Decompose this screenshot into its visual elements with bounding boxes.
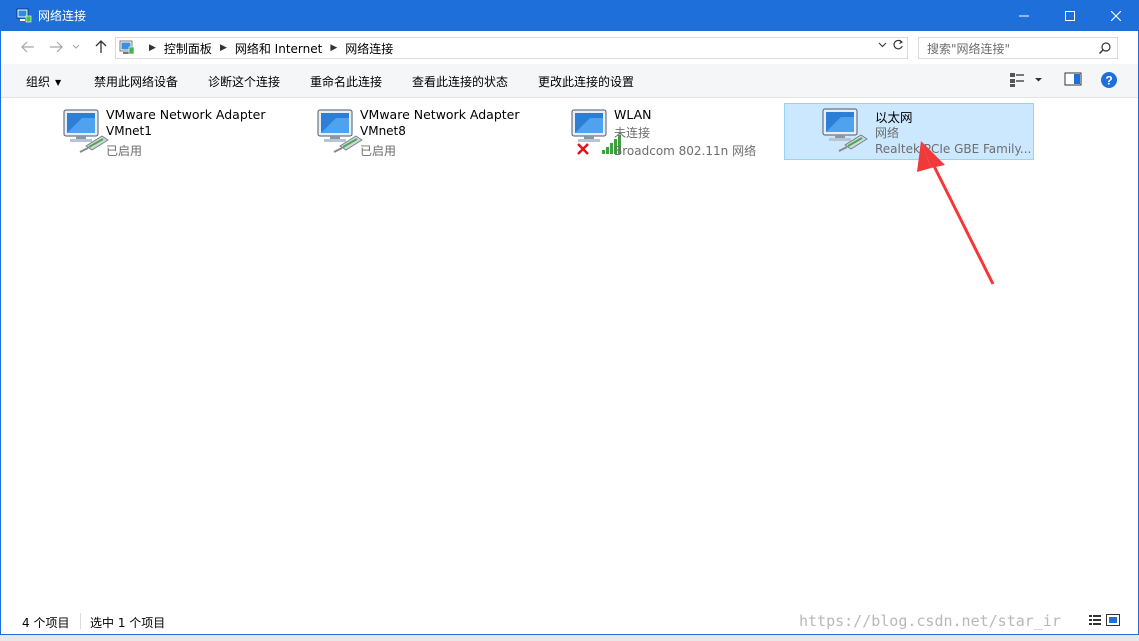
connection-item-vmnet1[interactable]: VMware Network Adapter VMnet1 已启用 — [54, 104, 304, 161]
status-bar: 4 个项目 选中 1 个项目 https://blog.csdn.net/sta… — [1, 608, 1138, 634]
window-controls — [1001, 0, 1139, 31]
rename-connection-button[interactable]: 重命名此连接 — [310, 73, 382, 90]
connection-status: 网络 — [875, 126, 900, 140]
search-input[interactable]: 搜索"网络连接" — [918, 37, 1118, 59]
view-options-icon — [1010, 73, 1042, 87]
control-panel-icon — [119, 40, 135, 56]
connection-device: Broadcom 802.11n 网络 — [614, 144, 757, 158]
back-button[interactable] — [17, 36, 39, 58]
selected-count: 选中 1 个项目 — [90, 616, 166, 630]
connection-status: 已启用 — [360, 144, 397, 158]
network-connections-icon — [16, 8, 32, 24]
organize-menu[interactable]: 组织 ▼ — [26, 73, 61, 90]
diagnose-connection-button[interactable]: 诊断这个连接 — [208, 73, 280, 90]
connection-item-wlan[interactable]: WLAN 未连接 Broadcom 802.11n 网络 — [562, 104, 812, 161]
forward-button[interactable] — [45, 36, 67, 58]
connection-item-ethernet[interactable]: 以太网 网络 Realtek PCIe GBE Family... — [784, 103, 1034, 160]
connection-name: VMware Network Adapter — [360, 107, 520, 122]
maximize-button[interactable] — [1047, 0, 1093, 31]
minimize-icon — [1019, 15, 1029, 16]
address-row: ▶ 控制面板 ▶ 网络和 Internet ▶ 网络连接 搜索"网络连接" — [1, 31, 1138, 64]
large-icons-view-icon[interactable] — [1106, 614, 1120, 626]
close-icon — [1111, 10, 1121, 21]
close-button[interactable] — [1093, 0, 1139, 31]
breadcrumb-separator-icon: ▶ — [219, 43, 227, 53]
help-button[interactable]: ? — [1100, 71, 1118, 92]
search-placeholder: 搜索"网络连接" — [927, 41, 1011, 56]
connections-list: VMware Network Adapter VMnet1 已启用 VMware… — [1, 98, 1138, 608]
details-view-icon[interactable] — [1088, 614, 1102, 626]
svg-text:?: ? — [1105, 74, 1112, 88]
connection-device: VMnet8 — [360, 124, 406, 138]
connection-item-vmnet8[interactable]: VMware Network Adapter VMnet8 已启用 — [308, 104, 558, 161]
address-bar[interactable]: ▶ 控制面板 ▶ 网络和 Internet ▶ 网络连接 — [115, 37, 908, 59]
item-count: 4 个项目 — [22, 616, 70, 630]
ethernet-adapter-icon — [821, 107, 873, 155]
help-icon: ? — [1101, 72, 1117, 88]
breadcrumb-separator-icon: ▶ — [330, 43, 338, 53]
address-dropdown-button[interactable] — [878, 40, 887, 51]
view-status-button[interactable]: 查看此连接的状态 — [412, 73, 508, 90]
disable-device-button[interactable]: 禁用此网络设备 — [94, 73, 178, 90]
refresh-icon — [893, 39, 903, 50]
chevron-down-icon — [72, 44, 80, 49]
caret-down-icon: ▼ — [55, 78, 62, 87]
up-button[interactable] — [90, 36, 112, 58]
connection-status: 已启用 — [106, 144, 143, 158]
window-bottom-edge — [0, 634, 1139, 641]
view-toggle — [1088, 614, 1120, 626]
preview-pane-icon — [1064, 72, 1082, 86]
maximize-icon — [1065, 10, 1075, 21]
connection-device: VMnet1 — [106, 124, 152, 138]
back-arrow-icon — [21, 41, 34, 53]
chevron-down-icon — [878, 42, 887, 48]
watermark-text: https://blog.csdn.net/star_ir — [799, 612, 1061, 630]
status-divider — [80, 613, 81, 629]
change-view-button[interactable] — [1009, 71, 1043, 92]
recent-locations-button[interactable] — [69, 36, 83, 58]
connection-name: VMware Network Adapter — [106, 107, 266, 122]
search-icon[interactable] — [1098, 41, 1112, 58]
title-bar: 网络连接 — [0, 0, 1139, 31]
refresh-button[interactable] — [892, 39, 904, 55]
connection-status: 未连接 — [614, 126, 651, 140]
connection-device: Realtek PCIe GBE Family... — [875, 142, 1032, 156]
connection-name: WLAN — [614, 107, 652, 122]
forward-arrow-icon — [50, 41, 63, 53]
minimize-button[interactable] — [1001, 0, 1047, 31]
breadcrumb-network-internet[interactable]: 网络和 Internet — [235, 40, 322, 57]
command-bar: 组织 ▼ 禁用此网络设备 诊断这个连接 重命名此连接 查看此连接的状态 更改此连接… — [1, 64, 1138, 98]
breadcrumb-network-connections[interactable]: 网络连接 — [345, 40, 393, 57]
change-settings-button[interactable]: 更改此连接的设置 — [538, 73, 634, 90]
window-title: 网络连接 — [38, 9, 87, 23]
breadcrumb-separator-icon: ▶ — [149, 43, 156, 53]
breadcrumb-control-panel[interactable]: 控制面板 — [164, 40, 212, 57]
organize-label: 组织 — [26, 75, 51, 89]
up-arrow-icon — [95, 40, 107, 53]
preview-pane-button[interactable] — [1064, 71, 1082, 90]
breadcrumb: ▶ 控制面板 ▶ 网络和 Internet ▶ 网络连接 — [141, 40, 393, 57]
